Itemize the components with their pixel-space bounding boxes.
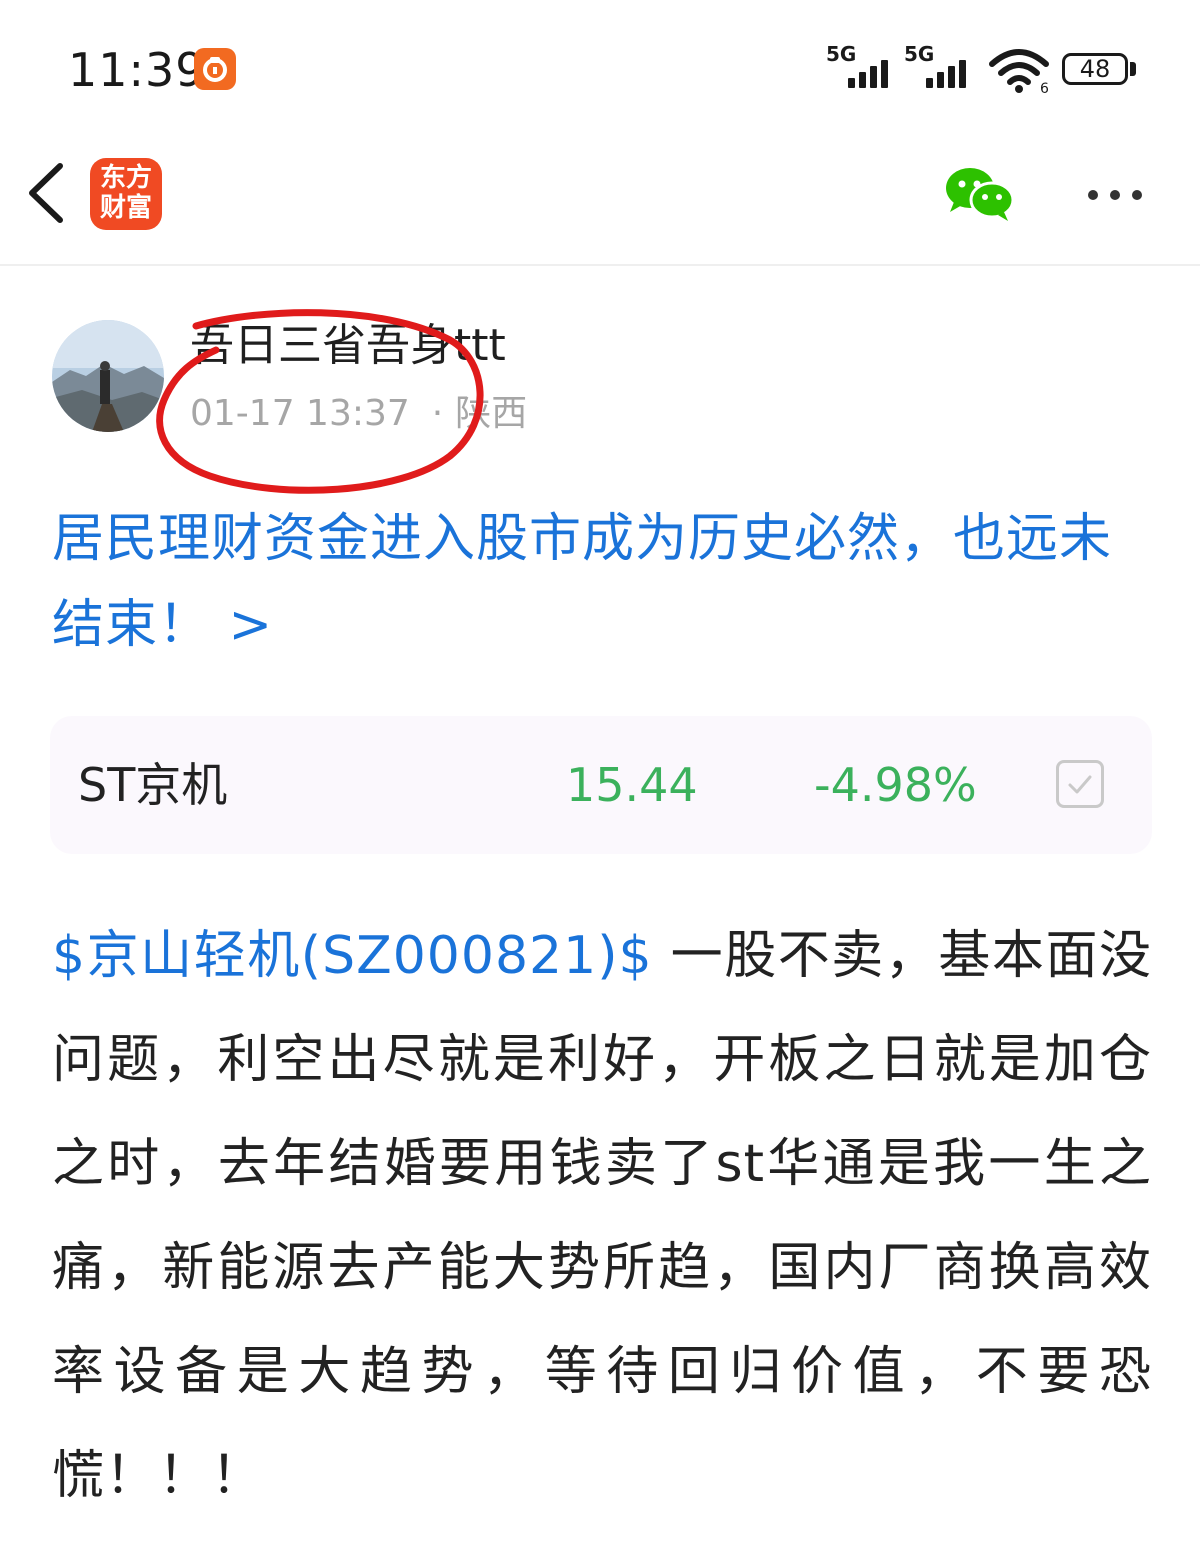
app-logo-line2: 财富 <box>99 193 152 223</box>
post-body: $京山轻机(SZ000821)$ 一股不卖，基本面没问题，利空出尽就是利好，开板… <box>52 904 1152 1528</box>
more-options-button[interactable] <box>1080 172 1150 218</box>
post-date: 01-17 13:37 <box>190 393 410 434</box>
app-header: 东方 财富 <box>0 130 1200 266</box>
wechat-icon <box>946 168 1015 221</box>
status-bar: 11:39 5G 5G 6 48 <box>0 0 1200 130</box>
signal-icon: 5G <box>904 44 974 94</box>
post-location: 陕西 <box>455 393 528 434</box>
battery-icon: 48 <box>1062 53 1128 85</box>
wifi-icon: 6 <box>989 49 1049 94</box>
meta-separator: · <box>431 393 444 434</box>
chevron-left-icon <box>29 163 63 223</box>
status-indicators: 5G 5G 6 48 <box>826 44 1136 94</box>
stock-price: 15.44 <box>566 758 698 812</box>
back-button[interactable] <box>22 158 72 228</box>
signal-icon: 5G <box>826 44 896 94</box>
wechat-share-button[interactable] <box>944 164 1016 224</box>
post-title-link[interactable]: 居民理财资金进入股市成为历史必然，也远未结束！ > <box>52 496 1152 668</box>
more-dots-icon <box>1088 190 1142 200</box>
stock-tag-link[interactable]: $京山轻机(SZ000821)$ <box>52 926 653 986</box>
status-time: 11:39 <box>68 43 206 97</box>
wifi-badge: 6 <box>1040 81 1049 94</box>
stock-name: ST京机 <box>78 758 228 812</box>
author-name[interactable]: 吾日三省吾身ttt <box>190 318 506 374</box>
stock-change: -4.98% <box>814 758 977 812</box>
author-avatar[interactable] <box>52 320 164 432</box>
notification-app-icon <box>194 48 236 90</box>
battery-cap <box>1130 62 1136 76</box>
battery-level: 48 <box>1079 55 1111 83</box>
post-body-text: 一股不卖，基本面没问题，利空出尽就是利好，开板之日就是加仓之时，去年结婚要用钱卖… <box>52 926 1152 1506</box>
stock-card[interactable]: ST京机 15.44 -4.98% <box>50 716 1152 854</box>
post-meta: 01-17 13:37 · 陕西 <box>190 392 527 436</box>
add-to-watchlist-checkbox[interactable] <box>1056 760 1104 808</box>
app-logo[interactable]: 东方 财富 <box>90 158 162 230</box>
app-logo-line1: 东方 <box>99 163 152 193</box>
checkmark-icon <box>1068 775 1092 794</box>
author-row: 吾日三省吾身ttt 01-17 13:37 · 陕西 <box>0 266 1200 456</box>
